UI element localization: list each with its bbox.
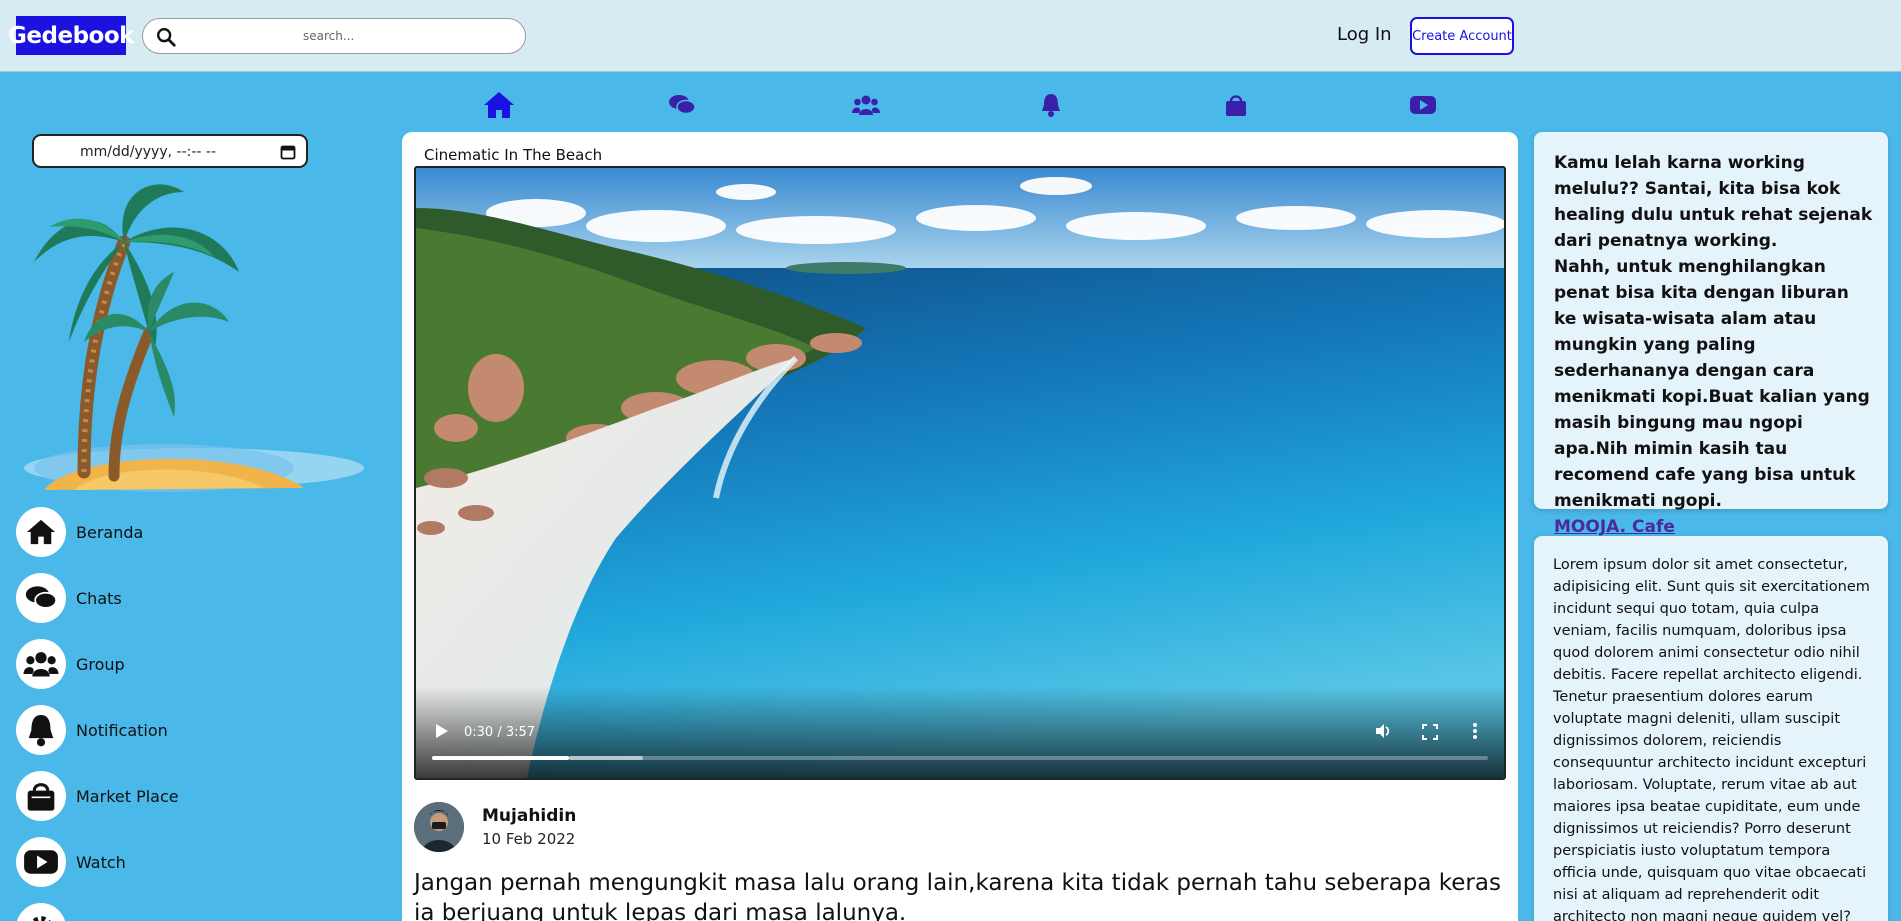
search-bar[interactable]: search... — [142, 18, 526, 54]
video-progress-fill — [432, 756, 570, 760]
youtube-icon — [24, 850, 58, 874]
avatar-image — [414, 802, 464, 852]
datetime-value: mm/dd/yyyy, --:-- -- — [80, 144, 217, 160]
sidebar-icon-circle — [16, 903, 66, 921]
logo[interactable]: Gedebook — [8, 16, 134, 55]
sidebar-item-watch[interactable]: Watch — [16, 836, 126, 888]
home-icon — [27, 519, 55, 545]
nav-home[interactable] — [482, 90, 516, 120]
datetime-input[interactable]: mm/dd/yyyy, --:-- -- — [32, 134, 308, 168]
promo-card: Kamu lelah karna working melulu?? Santai… — [1534, 132, 1888, 537]
sidebar-item-group[interactable]: Group — [16, 638, 125, 690]
post-card: Cinematic In The Beach 0:30 / 3:57 Mujah… — [402, 132, 1518, 921]
group-icon — [852, 95, 880, 115]
lorem-text: Lorem ipsum dolor sit amet consectetur, … — [1553, 557, 1870, 921]
nav-market[interactable] — [1225, 90, 1247, 120]
nav-notification[interactable] — [1040, 90, 1062, 120]
fullscreen-icon[interactable] — [1422, 724, 1438, 740]
youtube-icon — [1410, 96, 1436, 114]
promo-link[interactable]: MOOJA. Cafe — [1554, 517, 1675, 537]
search-icon — [157, 28, 176, 47]
nav-group[interactable] — [852, 90, 880, 120]
palm-island-illustration — [24, 184, 364, 492]
video-progress-bar[interactable] — [432, 756, 1488, 760]
video-title: Cinematic In The Beach — [424, 146, 603, 164]
create-account-button[interactable]: Create Account — [1410, 17, 1514, 55]
post-caption: Jangan pernah mengungkit masa lalu orang… — [414, 870, 1501, 921]
video-player[interactable]: 0:30 / 3:57 — [414, 166, 1506, 780]
sidebar-icon-circle — [16, 639, 66, 689]
shopping-bag-icon — [27, 783, 55, 811]
bell-icon — [28, 715, 54, 747]
top-bar: Gedebook search... Log In Create Account — [0, 0, 1901, 72]
video-buffered — [569, 756, 644, 760]
group-icon — [23, 652, 59, 677]
nav-watch[interactable] — [1410, 90, 1436, 120]
nav-chats[interactable] — [668, 90, 696, 120]
sidebar-item-chats[interactable]: Chats — [16, 572, 122, 624]
post-author: Mujahidin 10 Feb 2022 — [414, 802, 576, 852]
info-card: Lorem ipsum dolor sit amet consectetur, … — [1534, 536, 1888, 921]
more-options-icon[interactable] — [1472, 722, 1478, 740]
shopping-bag-icon — [1226, 95, 1246, 116]
video-time: 0:30 / 3:57 — [464, 725, 536, 740]
sidebar-item-notification[interactable]: Notification — [16, 704, 168, 756]
login-button[interactable]: Log In — [1337, 24, 1392, 45]
author-name[interactable]: Mujahidin — [482, 806, 576, 826]
bell-icon — [1042, 94, 1060, 117]
volume-icon[interactable] — [1374, 722, 1392, 740]
chat-icon — [25, 586, 58, 609]
sidebar-item-label: Chats — [76, 588, 122, 608]
calendar-icon[interactable] — [280, 144, 296, 160]
sidebar-item-label: Beranda — [76, 522, 144, 542]
sidebar-icon-circle — [16, 573, 66, 623]
home-icon — [484, 92, 514, 118]
video-controls — [416, 686, 1504, 778]
sidebar-icon-circle — [16, 705, 66, 755]
sidebar-icon-circle — [16, 771, 66, 821]
promo-body: Kamu lelah karna working melulu?? Santai… — [1554, 153, 1873, 511]
chat-icon — [669, 95, 696, 115]
sidebar-icon-circle — [16, 507, 66, 557]
play-icon[interactable] — [432, 722, 450, 740]
sidebar-item-beranda[interactable]: Beranda — [16, 506, 143, 558]
post-date: 10 Feb 2022 — [482, 830, 576, 848]
search-input[interactable]: search... — [303, 29, 354, 43]
promo-text: Kamu lelah karna working melulu?? Santai… — [1554, 150, 1876, 540]
gear-icon — [31, 916, 51, 921]
sidebar-icon-circle — [16, 837, 66, 887]
sidebar-item-label: Market Place — [76, 786, 179, 806]
sidebar-item-market-place[interactable]: Market Place — [16, 770, 179, 822]
sidebar-item-label: Group — [76, 654, 125, 674]
sidebar-item-label: Watch — [76, 852, 126, 872]
avatar[interactable] — [414, 802, 464, 852]
sidebar-item-settings[interactable] — [16, 902, 66, 921]
sidebar-item-label: Notification — [76, 720, 168, 740]
